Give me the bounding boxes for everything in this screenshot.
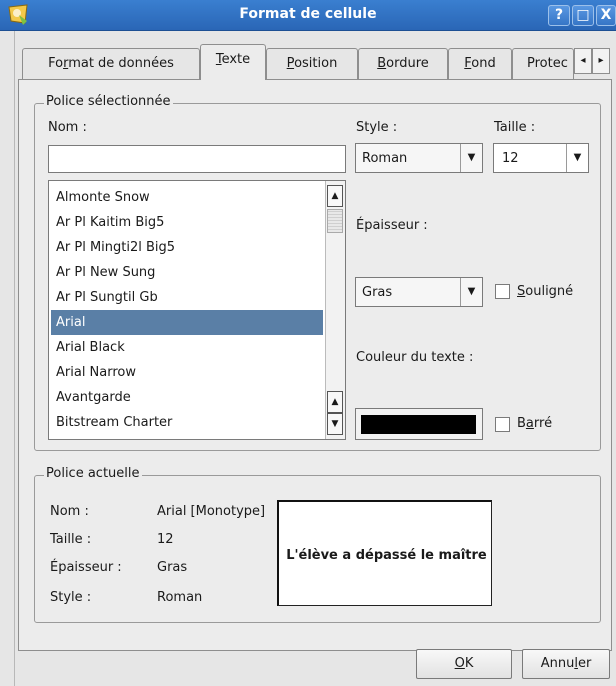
scroll-up-button[interactable]: ▲ (327, 185, 343, 207)
current-name-value: Arial [Monotype] (157, 504, 266, 519)
tab-position[interactable]: Position (266, 48, 358, 79)
style-select[interactable]: Roman ▼ (355, 143, 483, 173)
selected-font-legend: Police sélectionnée (44, 94, 173, 109)
tab-fond[interactable]: Fond (448, 48, 512, 79)
current-weight-label: Épaisseur : (50, 560, 122, 575)
strikethrough-label: Barré (517, 416, 553, 431)
chevron-down-icon: ▼ (460, 144, 482, 172)
font-preview: L'élève a dépassé le maître (277, 500, 492, 606)
size-label: Taille : (494, 120, 536, 135)
current-size-label: Taille : (50, 532, 92, 547)
list-item[interactable]: Ar Pl Mingti2l Big5 (51, 235, 323, 260)
window-title: Format de cellule (239, 6, 377, 22)
tab-texte[interactable]: Texte (200, 44, 266, 80)
ok-button[interactable]: OK (416, 649, 512, 679)
list-item[interactable]: Arial Narrow (51, 360, 323, 385)
scroll-down-button[interactable]: ▼ (327, 413, 343, 435)
title-bar: Format de cellule ? □ X (0, 0, 616, 31)
current-font-legend: Police actuelle (44, 466, 142, 481)
size-select-value: 12 (502, 151, 519, 166)
left-frame (0, 30, 15, 686)
list-item[interactable]: Avantgarde (51, 385, 323, 410)
close-button[interactable]: X (596, 5, 616, 26)
weight-select[interactable]: Gras ▼ (355, 277, 483, 307)
current-style-label: Style : (50, 590, 92, 605)
font-list-scrollbar[interactable]: ▲ ▲ ▼ (325, 181, 345, 439)
help-button[interactable]: ? (548, 5, 570, 26)
list-item[interactable]: Ar Pl Kaitim Big5 (51, 210, 323, 235)
style-label: Style : (356, 120, 398, 135)
weight-select-value: Gras (362, 285, 393, 300)
text-color-button[interactable] (355, 408, 483, 440)
strikethrough-checkbox[interactable] (495, 417, 510, 432)
list-item[interactable]: Ar Pl Sungtil Gb (51, 285, 323, 310)
list-item[interactable]: Almonte Snow (51, 185, 323, 210)
maximize-button[interactable]: □ (572, 5, 594, 26)
weight-label: Épaisseur : (356, 218, 428, 233)
list-item-selected[interactable]: Arial (51, 310, 323, 335)
name-label: Nom : (48, 120, 87, 135)
cancel-button[interactable]: Annuler (522, 649, 610, 679)
current-style-value: Roman (157, 590, 203, 605)
underline-checkbox[interactable] (495, 284, 510, 299)
tab-format-donnees[interactable]: Format de données (22, 48, 200, 79)
current-size-value: 12 (157, 532, 174, 547)
color-swatch (361, 415, 476, 434)
text-color-label: Couleur du texte : (356, 350, 474, 365)
preview-text: L'élève a dépassé le maître (286, 548, 487, 563)
tab-bordure[interactable]: Bordure (358, 48, 448, 79)
tab-scroll-right-button[interactable]: ▸ (592, 48, 610, 74)
current-name-label: Nom : (50, 504, 89, 519)
style-select-value: Roman (362, 151, 408, 166)
scroll-thumb[interactable] (327, 209, 343, 233)
underline-label: Souligné (517, 284, 574, 299)
size-select[interactable]: 12 ▼ (493, 143, 589, 173)
list-item[interactable]: Arial Black (51, 335, 323, 360)
tab-protection[interactable]: Protec (512, 48, 574, 79)
chevron-down-icon: ▼ (460, 278, 482, 306)
current-weight-value: Gras (157, 560, 188, 575)
font-name-input[interactable] (48, 145, 346, 173)
scroll-up-button-lower[interactable]: ▲ (327, 391, 343, 413)
list-item[interactable]: Bitstream Charter (51, 410, 323, 435)
font-list[interactable]: Almonte Snow Ar Pl Kaitim Big5 Ar Pl Min… (48, 180, 346, 440)
list-item[interactable]: Ar Pl New Sung (51, 260, 323, 285)
tab-scroll-left-button[interactable]: ◂ (574, 48, 592, 74)
chevron-down-icon: ▼ (566, 144, 588, 172)
